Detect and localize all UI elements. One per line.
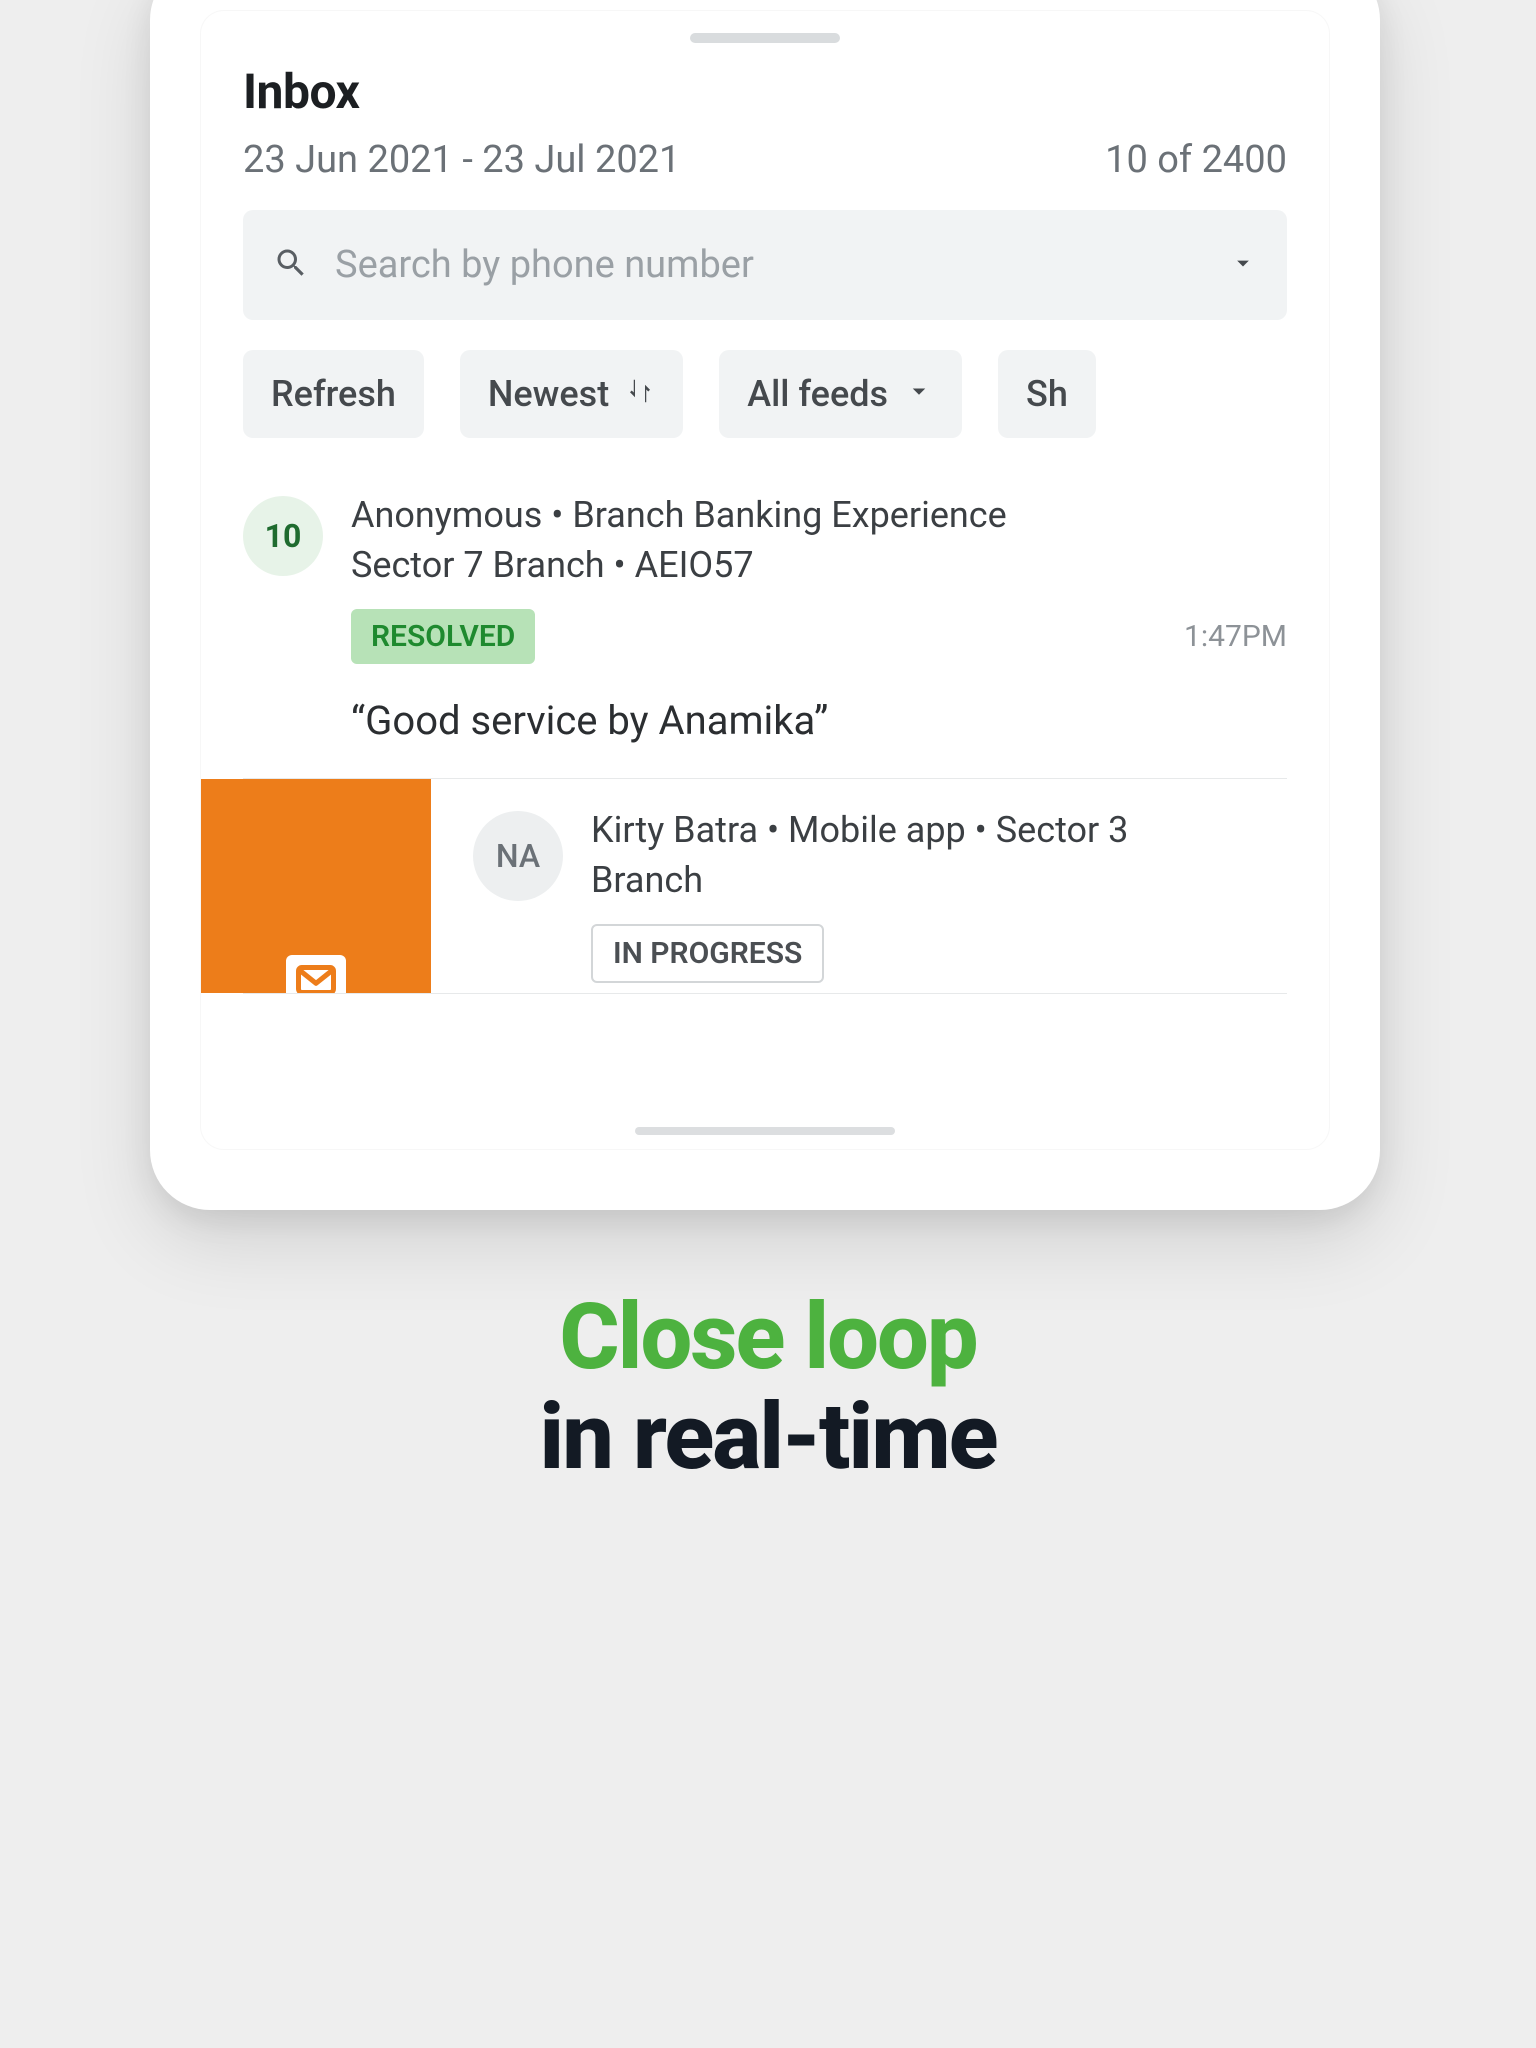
feedback-quote: “Good service by Anamika”	[351, 694, 1287, 748]
chip-label: Refresh	[271, 373, 396, 415]
feed-item[interactable]: NA Kirty Batra • Mobile app • Sector 3 B…	[431, 779, 1287, 993]
refresh-button[interactable]: Refresh	[243, 350, 424, 438]
tablet-screen: Inbox 23 Jun 2021 - 23 Jul 2021 10 of 24…	[200, 10, 1330, 1150]
feed-item-title: Anonymous • Branch Banking Experience Se…	[351, 490, 1287, 591]
chevron-down-icon	[904, 373, 934, 415]
mail-notification-card[interactable]	[201, 779, 431, 993]
chip-label: Sh	[1026, 373, 1068, 415]
feed-item-title: Kirty Batra • Mobile app • Sector 3 Bran…	[591, 805, 1287, 906]
filter-chip-row: Refresh Newest All feeds Sh	[243, 350, 1287, 438]
score-badge-na: NA	[473, 811, 563, 901]
search-icon	[273, 245, 309, 285]
mail-icon	[286, 955, 346, 993]
chevron-down-icon[interactable]	[1229, 249, 1257, 281]
tablet-frame: Inbox 23 Jun 2021 - 23 Jul 2021 10 of 24…	[150, 0, 1380, 1210]
status-badge: IN PROGRESS	[591, 924, 824, 983]
filter-chip-partial[interactable]: Sh	[998, 350, 1096, 438]
hero-line-1: Close loop	[0, 1290, 1536, 1387]
date-range: 23 Jun 2021 - 23 Jul 2021	[243, 138, 680, 182]
timestamp: 1:47PM	[1184, 619, 1287, 654]
search-input[interactable]: Search by phone number	[243, 210, 1287, 320]
hero-caption: Close loop in real-time	[0, 1290, 1536, 1488]
home-indicator[interactable]	[635, 1127, 895, 1135]
score-badge: 10	[243, 496, 323, 576]
page-title: Inbox	[243, 63, 1287, 120]
chip-label: Newest	[488, 373, 609, 415]
sort-button[interactable]: Newest	[460, 350, 683, 438]
chip-label: All feeds	[747, 373, 888, 415]
inbox-meta-row: 23 Jun 2021 - 23 Jul 2021 10 of 2400	[243, 138, 1287, 182]
sheet-drag-handle[interactable]	[690, 33, 840, 43]
feed-item[interactable]: 10 Anonymous • Branch Banking Experience…	[243, 480, 1287, 779]
hero-line-2: in real-time	[0, 1387, 1536, 1488]
status-badge: RESOLVED	[351, 609, 535, 664]
feeds-filter-button[interactable]: All feeds	[719, 350, 962, 438]
search-placeholder: Search by phone number	[335, 243, 1203, 287]
result-count: 10 of 2400	[1105, 138, 1287, 182]
sort-icon	[625, 373, 655, 415]
